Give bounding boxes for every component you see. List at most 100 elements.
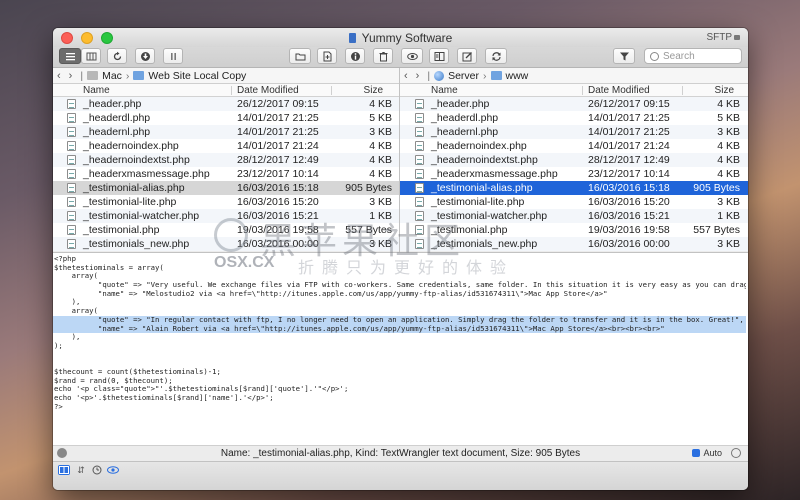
file-size: 5 KB bbox=[369, 112, 392, 124]
new-folder-button[interactable] bbox=[289, 48, 311, 64]
file-row[interactable]: _testimonial.php 19/03/2016 19:58 557 Byte… bbox=[400, 223, 748, 237]
file-row[interactable]: _header.php 26/12/2017 09:15 4 KB bbox=[53, 97, 399, 111]
file-row[interactable]: _headernoindextst.php 28/12/2017 12:49 4 K… bbox=[53, 153, 399, 167]
column-divider bbox=[331, 86, 332, 95]
file-row[interactable]: _testimonial.php 19/03/2016 19:58 557 Byte… bbox=[53, 223, 399, 237]
new-file-button[interactable] bbox=[317, 48, 337, 64]
file-row[interactable]: _testimonial-watcher.php 16/03/2016 15:21… bbox=[53, 209, 399, 223]
pause-button[interactable] bbox=[163, 48, 183, 64]
file-size: 4 KB bbox=[369, 140, 392, 152]
mac-drive-icon bbox=[87, 71, 99, 80]
file-name: _headernl.php bbox=[431, 126, 499, 138]
file-row[interactable]: _testimonial-alias.php 16/03/2016 15:18 90… bbox=[400, 181, 748, 195]
path-item-www[interactable]: www bbox=[506, 70, 529, 82]
file-row[interactable]: _headernoindex.php 14/01/2017 21:24 4 KB bbox=[53, 139, 399, 153]
window-title: Yummy Software bbox=[53, 31, 748, 45]
file-row[interactable]: _headernoindex.php 14/01/2017 21:24 4 KB bbox=[400, 139, 748, 153]
code-editor[interactable]: <?php $thetestiominals = array( array( "q… bbox=[53, 252, 748, 445]
file-row[interactable]: _headerxmasmessage.php 23/12/2017 10:14 4 … bbox=[53, 167, 399, 181]
column-size[interactable]: Size bbox=[715, 85, 734, 96]
filter-button[interactable] bbox=[613, 48, 635, 64]
filter-icon bbox=[619, 52, 629, 60]
column-view-icon bbox=[86, 52, 96, 60]
file-row[interactable]: _headerdl.php 14/01/2017 21:25 5 KB bbox=[400, 111, 748, 125]
auto-checkbox[interactable]: Auto bbox=[692, 448, 722, 458]
file-row[interactable]: _testimonials_new.php 16/03/2016 00:00 3 K… bbox=[53, 237, 399, 251]
file-row[interactable]: _headerxmasmessage.php 23/12/2017 10:14 4 … bbox=[400, 167, 748, 181]
file-name: _headernl.php bbox=[83, 126, 151, 138]
back-button[interactable]: ‹ bbox=[57, 70, 61, 82]
sync-icon bbox=[491, 51, 501, 61]
forward-button[interactable]: › bbox=[416, 70, 420, 82]
file-size: 4 KB bbox=[369, 98, 392, 110]
path-item-server[interactable]: Server bbox=[448, 70, 479, 82]
new-file-icon bbox=[323, 51, 331, 61]
column-name[interactable]: Name bbox=[431, 85, 458, 96]
file-row[interactable]: _headerdl.php 14/01/2017 21:25 5 KB bbox=[53, 111, 399, 125]
file-row[interactable]: _testimonial-watcher.php 16/03/2016 15:21… bbox=[400, 209, 748, 223]
refresh-button[interactable] bbox=[107, 48, 127, 64]
delete-button[interactable] bbox=[373, 48, 393, 64]
forward-button[interactable]: › bbox=[69, 70, 73, 82]
list-view-button[interactable] bbox=[59, 48, 81, 64]
column-size[interactable]: Size bbox=[364, 85, 383, 96]
file-date: 16/03/2016 15:21 bbox=[588, 210, 670, 222]
column-divider bbox=[231, 86, 232, 95]
column-date-modified[interactable]: Date Modified bbox=[237, 85, 299, 96]
column-view-button[interactable] bbox=[81, 48, 101, 64]
file-date: 14/01/2017 21:25 bbox=[237, 126, 319, 138]
code-line: ), bbox=[54, 332, 81, 342]
file-row[interactable]: _headernl.php 14/01/2017 21:25 3 KB bbox=[400, 125, 748, 139]
search-placeholder: Search bbox=[663, 51, 695, 62]
download-button[interactable] bbox=[135, 48, 155, 64]
code-line: "name" => "Alain Robert via <a href=\"ht… bbox=[53, 324, 746, 334]
file-size: 4 KB bbox=[717, 168, 740, 180]
file-name: _testimonial.php bbox=[83, 224, 160, 236]
path-item-local-folder[interactable]: Web Site Local Copy bbox=[148, 70, 246, 82]
file-size: 4 KB bbox=[369, 168, 392, 180]
code-line: ), bbox=[54, 297, 81, 307]
column-date-modified[interactable]: Date Modified bbox=[588, 85, 650, 96]
watch-button[interactable] bbox=[107, 465, 119, 475]
file-row[interactable]: _testimonial-alias.php 16/03/2016 15:18 90… bbox=[53, 181, 399, 195]
preview-button[interactable] bbox=[401, 48, 423, 64]
code-text[interactable]: <?php $thetestiominals = array( array( "q… bbox=[53, 255, 746, 411]
php-file-icon bbox=[415, 141, 424, 151]
edit-button[interactable] bbox=[457, 48, 477, 64]
column-name[interactable]: Name bbox=[83, 85, 110, 96]
sort-toggle[interactable]: ⇵ bbox=[75, 465, 87, 475]
file-size: 4 KB bbox=[717, 98, 740, 110]
file-row[interactable]: _testimonials_new.php 16/03/2016 00:00 3 K… bbox=[400, 237, 748, 251]
refresh-icon bbox=[113, 51, 121, 60]
file-row[interactable]: _testimonial-lite.php 16/03/2016 15:20 3 K… bbox=[53, 195, 399, 209]
file-row[interactable]: _testimonial-lite.php 16/03/2016 15:20 3 K… bbox=[400, 195, 748, 209]
file-size: 3 KB bbox=[717, 126, 740, 138]
pane-divider[interactable] bbox=[399, 68, 400, 252]
search-input[interactable]: Search bbox=[644, 48, 742, 64]
bottom-toolbar: ⇵ bbox=[53, 461, 748, 490]
file-date: 16/03/2016 15:21 bbox=[237, 210, 319, 222]
dual-pane-toggle[interactable] bbox=[58, 465, 70, 475]
history-button[interactable] bbox=[91, 465, 103, 475]
file-name: _testimonial-watcher.php bbox=[431, 210, 548, 222]
file-date: 16/03/2016 15:18 bbox=[588, 182, 670, 194]
file-row[interactable]: _header.php 26/12/2017 09:15 4 KB bbox=[400, 97, 748, 111]
path-item-mac[interactable]: Mac bbox=[102, 70, 122, 82]
file-name: _testimonial-lite.php bbox=[431, 196, 525, 208]
folder-icon bbox=[295, 53, 305, 60]
php-file-icon bbox=[415, 127, 424, 137]
php-file-icon bbox=[67, 155, 76, 165]
code-line: $thetestiominals = array( bbox=[54, 262, 164, 272]
sync-button[interactable] bbox=[485, 48, 507, 64]
file-size: 1 KB bbox=[717, 210, 740, 222]
action-circle-button[interactable] bbox=[731, 448, 741, 458]
file-name: _testimonials_new.php bbox=[431, 238, 538, 250]
info-button[interactable] bbox=[345, 48, 365, 64]
file-row[interactable]: _headernl.php 14/01/2017 21:25 3 KB bbox=[53, 125, 399, 139]
title-bar[interactable]: Yummy Software SFTP bbox=[53, 28, 748, 47]
file-name: _testimonial-lite.php bbox=[83, 196, 177, 208]
file-row[interactable]: _headernoindextst.php 28/12/2017 12:49 4 K… bbox=[400, 153, 748, 167]
compare-button[interactable] bbox=[429, 48, 449, 64]
file-date: 14/01/2017 21:25 bbox=[588, 126, 670, 138]
back-button[interactable]: ‹ bbox=[404, 70, 408, 82]
